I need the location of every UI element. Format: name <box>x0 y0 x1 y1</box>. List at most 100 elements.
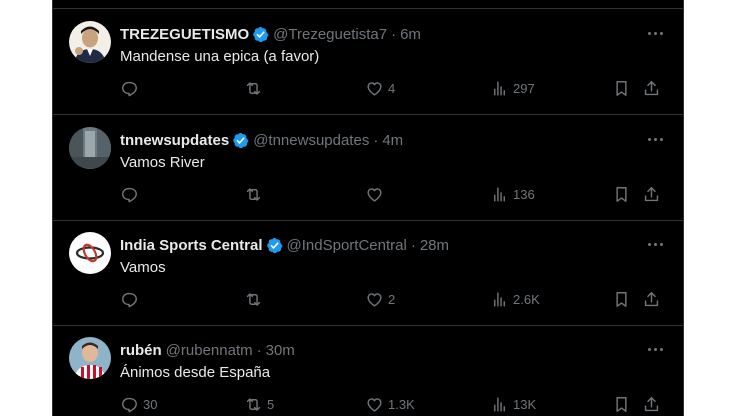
display-name[interactable]: TREZEGUETISMO <box>120 26 249 43</box>
like-button[interactable] <box>365 183 388 205</box>
like-count: 1.3K <box>388 396 415 412</box>
retweet-icon <box>246 81 261 95</box>
tweet-header: India Sports Central @IndSportCentral · … <box>120 235 623 255</box>
timestamp[interactable]: 4m <box>382 132 403 149</box>
views-button[interactable]: 13K <box>490 393 536 415</box>
like-count: 4 <box>388 80 396 96</box>
share-icon <box>644 291 659 306</box>
retweet-icon <box>246 397 261 411</box>
reply-button[interactable] <box>120 77 143 99</box>
tweet[interactable]: India Sports Central @IndSportCentral · … <box>53 220 683 326</box>
tweet-actions: 4 297 <box>120 77 667 99</box>
tweet-actions: 2 2.6K <box>120 288 667 310</box>
share-button[interactable] <box>642 288 661 310</box>
more-options-icon[interactable] <box>643 25 667 41</box>
handle[interactable]: @tnnewsupdates <box>253 132 369 149</box>
bookmark-button[interactable] <box>612 393 631 415</box>
like-button[interactable]: 2 <box>365 288 395 310</box>
reply-button[interactable] <box>120 288 143 310</box>
share-button[interactable] <box>642 77 661 99</box>
bookmark-icon <box>616 186 627 202</box>
views-icon <box>494 291 505 307</box>
views-button[interactable]: 2.6K <box>490 288 540 310</box>
retweet-icon <box>246 187 261 201</box>
tweet-text: Ánimos desde España <box>120 364 271 381</box>
bookmark-button[interactable] <box>612 183 631 205</box>
heart-icon <box>367 81 382 96</box>
handle[interactable]: @IndSportCentral <box>287 237 407 254</box>
bookmark-icon <box>616 291 627 307</box>
like-button[interactable]: 4 <box>365 77 395 99</box>
retweet-button[interactable] <box>244 183 267 205</box>
more-options-icon[interactable] <box>643 131 667 147</box>
verified-badge-icon <box>253 26 269 42</box>
handle[interactable]: @rubennatm <box>166 342 253 359</box>
tweet[interactable]: rubén @rubennatm · 30m Ánimos desde Espa… <box>53 325 683 416</box>
retweet-icon <box>246 292 261 306</box>
tweet-header: TREZEGUETISMO @Trezeguetista7 · 6m <box>120 24 623 44</box>
verified-badge-icon <box>233 132 249 148</box>
tweet-text: Vamos River <box>120 154 205 171</box>
retweet-count: 5 <box>267 396 275 412</box>
bookmark-button[interactable] <box>612 77 631 99</box>
timeline-feed: TREZEGUETISMO @Trezeguetista7 · 6m Mande… <box>52 0 684 416</box>
avatar[interactable] <box>69 21 111 63</box>
timestamp[interactable]: 28m <box>420 237 449 254</box>
reply-count: 30 <box>143 396 158 412</box>
display-name[interactable]: India Sports Central <box>120 237 263 254</box>
heart-icon <box>367 292 382 307</box>
separator: · <box>256 341 262 359</box>
bookmark-icon <box>616 396 627 412</box>
view-count: 297 <box>513 80 535 96</box>
tweet[interactable]: TREZEGUETISMO @Trezeguetista7 · 6m Mande… <box>53 9 683 115</box>
views-button[interactable]: 297 <box>490 77 535 99</box>
avatar[interactable] <box>69 127 111 169</box>
view-count: 13K <box>513 396 537 412</box>
share-icon <box>644 186 659 201</box>
retweet-button[interactable] <box>244 77 267 99</box>
view-count: 136 <box>513 186 535 202</box>
display-name[interactable]: rubén <box>120 342 162 359</box>
tweet-header: rubén @rubennatm · 30m <box>120 340 623 360</box>
display-name[interactable]: tnnewsupdates <box>120 132 229 149</box>
tweet[interactable]: tnnewsupdates @tnnewsupdates · 4m Vamos … <box>53 115 683 221</box>
separator: · <box>410 236 416 254</box>
like-count: 2 <box>388 291 396 307</box>
tweet-text: Vamos <box>120 259 166 276</box>
tweet-header: tnnewsupdates @tnnewsupdates · 4m <box>120 130 623 150</box>
tweet-actions: 136 <box>120 183 667 205</box>
view-count: 2.6K <box>513 291 540 307</box>
views-icon <box>494 186 505 202</box>
share-button[interactable] <box>642 393 661 415</box>
separator: · <box>391 25 397 43</box>
reply-button[interactable] <box>120 183 143 205</box>
retweet-button[interactable] <box>244 288 267 310</box>
views-icon <box>494 80 505 96</box>
share-button[interactable] <box>642 183 661 205</box>
tweet-actions: 30 5 1.3K 13K <box>120 393 667 415</box>
reply-icon <box>122 292 137 307</box>
retweet-button[interactable]: 5 <box>244 393 274 415</box>
reply-icon <box>122 81 137 96</box>
bookmark-button[interactable] <box>612 288 631 310</box>
views-button[interactable]: 136 <box>490 183 535 205</box>
share-icon <box>644 396 659 411</box>
more-options-icon[interactable] <box>643 341 667 357</box>
bookmark-icon <box>616 80 627 96</box>
avatar[interactable] <box>69 232 111 274</box>
separator: · <box>373 131 379 149</box>
reply-button[interactable]: 30 <box>120 393 157 415</box>
share-icon <box>644 80 659 95</box>
more-options-icon[interactable] <box>643 236 667 252</box>
tweet-text: Mandense una epica (a favor) <box>120 48 320 65</box>
avatar[interactable] <box>69 337 111 379</box>
reply-icon <box>122 397 137 412</box>
heart-icon <box>367 397 382 412</box>
handle[interactable]: @Trezeguetista7 <box>273 26 387 43</box>
like-button[interactable]: 1.3K <box>365 393 415 415</box>
views-icon <box>494 396 505 412</box>
verified-badge-icon <box>266 237 283 253</box>
heart-icon <box>367 187 382 202</box>
timestamp[interactable]: 30m <box>266 342 295 359</box>
timestamp[interactable]: 6m <box>400 26 421 43</box>
